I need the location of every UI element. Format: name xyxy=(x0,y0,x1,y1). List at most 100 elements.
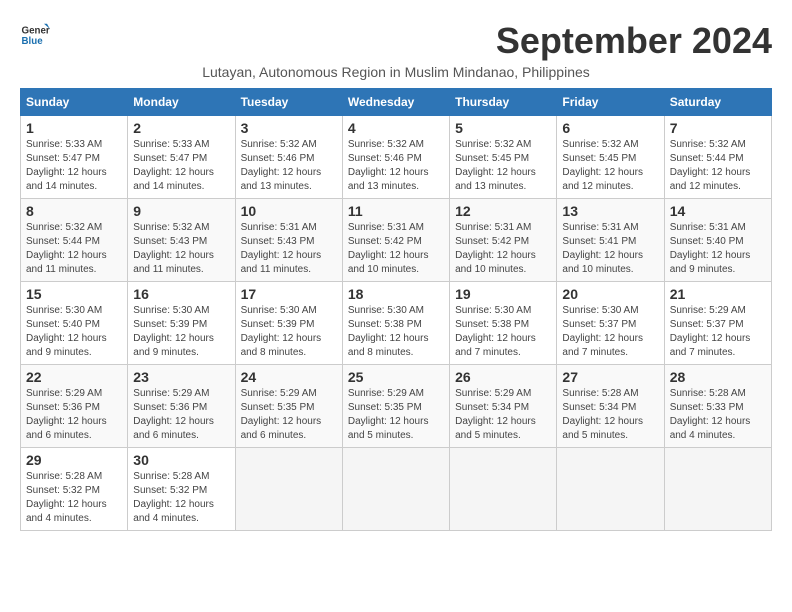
day-info: Sunrise: 5:30 AMSunset: 5:40 PMDaylight:… xyxy=(26,304,122,360)
svg-text:General: General xyxy=(22,26,51,37)
day-info: Sunrise: 5:28 AMSunset: 5:33 PMDaylight:… xyxy=(670,387,766,443)
calendar-day-cell: 8Sunrise: 5:32 AMSunset: 5:44 PMDaylight… xyxy=(21,199,128,282)
day-number: 15 xyxy=(26,286,122,302)
day-info: Sunrise: 5:32 AMSunset: 5:46 PMDaylight:… xyxy=(348,138,444,194)
calendar-day-cell: 29Sunrise: 5:28 AMSunset: 5:32 PMDayligh… xyxy=(21,448,128,531)
header-day-thursday: Thursday xyxy=(450,89,557,116)
calendar-day-cell: 30 Sunrise: 5:28 AMSunset: 5:32 PMDayligh… xyxy=(128,448,235,531)
calendar-day-cell: 21 Sunrise: 5:29 AMSunset: 5:37 PMDayligh… xyxy=(664,282,771,365)
day-info: Sunrise: 5:33 AMSunset: 5:47 PMDaylight:… xyxy=(133,138,229,194)
header-day-sunday: Sunday xyxy=(21,89,128,116)
day-number: 6 xyxy=(562,120,658,136)
day-number: 20 xyxy=(562,286,658,302)
day-number: 10 xyxy=(241,203,337,219)
header-day-monday: Monday xyxy=(128,89,235,116)
day-info: Sunrise: 5:29 AMSunset: 5:35 PMDaylight:… xyxy=(241,387,337,443)
day-number: 14 xyxy=(670,203,766,219)
calendar-day-cell: 3 Sunrise: 5:32 AMSunset: 5:46 PMDaylight… xyxy=(235,116,342,199)
day-number: 26 xyxy=(455,369,551,385)
svg-text:Blue: Blue xyxy=(22,36,44,47)
calendar-day-cell: 17 Sunrise: 5:30 AMSunset: 5:39 PMDayligh… xyxy=(235,282,342,365)
day-number: 24 xyxy=(241,369,337,385)
day-info: Sunrise: 5:32 AMSunset: 5:46 PMDaylight:… xyxy=(241,138,337,194)
day-number: 16 xyxy=(133,286,229,302)
day-number: 13 xyxy=(562,203,658,219)
day-info: Sunrise: 5:29 AMSunset: 5:35 PMDaylight:… xyxy=(348,387,444,443)
calendar-week-row: 15 Sunrise: 5:30 AMSunset: 5:40 PMDayligh… xyxy=(21,282,772,365)
day-number: 17 xyxy=(241,286,337,302)
calendar-week-row: 8Sunrise: 5:32 AMSunset: 5:44 PMDaylight… xyxy=(21,199,772,282)
calendar-day-cell: 4 Sunrise: 5:32 AMSunset: 5:46 PMDaylight… xyxy=(342,116,449,199)
day-info: Sunrise: 5:33 AMSunset: 5:47 PMDaylight:… xyxy=(26,138,122,194)
calendar-body: 1Sunrise: 5:33 AMSunset: 5:47 PMDaylight… xyxy=(21,116,772,531)
calendar-day-cell: 14 Sunrise: 5:31 AMSunset: 5:40 PMDayligh… xyxy=(664,199,771,282)
day-number: 30 xyxy=(133,452,229,468)
day-number: 3 xyxy=(241,120,337,136)
day-number: 2 xyxy=(133,120,229,136)
day-number: 11 xyxy=(348,203,444,219)
day-info: Sunrise: 5:30 AMSunset: 5:39 PMDaylight:… xyxy=(133,304,229,360)
day-info: Sunrise: 5:30 AMSunset: 5:39 PMDaylight:… xyxy=(241,304,337,360)
header-day-saturday: Saturday xyxy=(664,89,771,116)
day-info: Sunrise: 5:30 AMSunset: 5:37 PMDaylight:… xyxy=(562,304,658,360)
calendar-week-row: 29Sunrise: 5:28 AMSunset: 5:32 PMDayligh… xyxy=(21,448,772,531)
day-info: Sunrise: 5:28 AMSunset: 5:32 PMDaylight:… xyxy=(26,470,122,526)
calendar-day-cell: 15 Sunrise: 5:30 AMSunset: 5:40 PMDayligh… xyxy=(21,282,128,365)
day-info: Sunrise: 5:32 AMSunset: 5:45 PMDaylight:… xyxy=(455,138,551,194)
empty-cell xyxy=(557,448,664,531)
calendar-day-cell: 23 Sunrise: 5:29 AMSunset: 5:36 PMDayligh… xyxy=(128,365,235,448)
day-number: 18 xyxy=(348,286,444,302)
calendar-week-row: 1Sunrise: 5:33 AMSunset: 5:47 PMDaylight… xyxy=(21,116,772,199)
header-day-wednesday: Wednesday xyxy=(342,89,449,116)
day-number: 7 xyxy=(670,120,766,136)
calendar-day-cell: 13 Sunrise: 5:31 AMSunset: 5:41 PMDayligh… xyxy=(557,199,664,282)
empty-cell xyxy=(450,448,557,531)
day-info: Sunrise: 5:31 AMSunset: 5:40 PMDaylight:… xyxy=(670,221,766,277)
empty-cell xyxy=(235,448,342,531)
day-info: Sunrise: 5:32 AMSunset: 5:43 PMDaylight:… xyxy=(133,221,229,277)
day-number: 25 xyxy=(348,369,444,385)
day-number: 22 xyxy=(26,369,122,385)
day-info: Sunrise: 5:32 AMSunset: 5:44 PMDaylight:… xyxy=(670,138,766,194)
day-info: Sunrise: 5:32 AMSunset: 5:45 PMDaylight:… xyxy=(562,138,658,194)
logo: General Blue xyxy=(20,20,54,50)
day-info: Sunrise: 5:28 AMSunset: 5:34 PMDaylight:… xyxy=(562,387,658,443)
day-number: 9 xyxy=(133,203,229,219)
calendar-table: SundayMondayTuesdayWednesdayThursdayFrid… xyxy=(20,88,772,531)
day-number: 21 xyxy=(670,286,766,302)
location-subtitle: Lutayan, Autonomous Region in Muslim Min… xyxy=(20,64,772,80)
calendar-day-cell: 6 Sunrise: 5:32 AMSunset: 5:45 PMDaylight… xyxy=(557,116,664,199)
day-number: 8 xyxy=(26,203,122,219)
empty-cell xyxy=(342,448,449,531)
calendar-day-cell: 27 Sunrise: 5:28 AMSunset: 5:34 PMDayligh… xyxy=(557,365,664,448)
day-info: Sunrise: 5:31 AMSunset: 5:42 PMDaylight:… xyxy=(348,221,444,277)
day-info: Sunrise: 5:29 AMSunset: 5:36 PMDaylight:… xyxy=(26,387,122,443)
day-info: Sunrise: 5:29 AMSunset: 5:37 PMDaylight:… xyxy=(670,304,766,360)
day-info: Sunrise: 5:28 AMSunset: 5:32 PMDaylight:… xyxy=(133,470,229,526)
calendar-day-cell: 16 Sunrise: 5:30 AMSunset: 5:39 PMDayligh… xyxy=(128,282,235,365)
day-info: Sunrise: 5:30 AMSunset: 5:38 PMDaylight:… xyxy=(348,304,444,360)
calendar-day-cell: 18 Sunrise: 5:30 AMSunset: 5:38 PMDayligh… xyxy=(342,282,449,365)
day-number: 23 xyxy=(133,369,229,385)
calendar-day-cell: 9 Sunrise: 5:32 AMSunset: 5:43 PMDaylight… xyxy=(128,199,235,282)
day-number: 27 xyxy=(562,369,658,385)
day-number: 12 xyxy=(455,203,551,219)
calendar-day-cell: 12 Sunrise: 5:31 AMSunset: 5:42 PMDayligh… xyxy=(450,199,557,282)
day-info: Sunrise: 5:31 AMSunset: 5:42 PMDaylight:… xyxy=(455,221,551,277)
day-info: Sunrise: 5:31 AMSunset: 5:41 PMDaylight:… xyxy=(562,221,658,277)
calendar-day-cell: 11 Sunrise: 5:31 AMSunset: 5:42 PMDayligh… xyxy=(342,199,449,282)
day-info: Sunrise: 5:29 AMSunset: 5:34 PMDaylight:… xyxy=(455,387,551,443)
calendar-day-cell: 28 Sunrise: 5:28 AMSunset: 5:33 PMDayligh… xyxy=(664,365,771,448)
calendar-day-cell: 5Sunrise: 5:32 AMSunset: 5:45 PMDaylight… xyxy=(450,116,557,199)
day-info: Sunrise: 5:29 AMSunset: 5:36 PMDaylight:… xyxy=(133,387,229,443)
day-number: 4 xyxy=(348,120,444,136)
calendar-day-cell: 24 Sunrise: 5:29 AMSunset: 5:35 PMDayligh… xyxy=(235,365,342,448)
month-title: September 2024 xyxy=(496,20,772,62)
calendar-day-cell: 22 Sunrise: 5:29 AMSunset: 5:36 PMDayligh… xyxy=(21,365,128,448)
header-day-tuesday: Tuesday xyxy=(235,89,342,116)
day-number: 19 xyxy=(455,286,551,302)
day-info: Sunrise: 5:30 AMSunset: 5:38 PMDaylight:… xyxy=(455,304,551,360)
calendar-week-row: 22 Sunrise: 5:29 AMSunset: 5:36 PMDayligh… xyxy=(21,365,772,448)
day-number: 28 xyxy=(670,369,766,385)
general-blue-logo-icon: General Blue xyxy=(20,20,50,50)
